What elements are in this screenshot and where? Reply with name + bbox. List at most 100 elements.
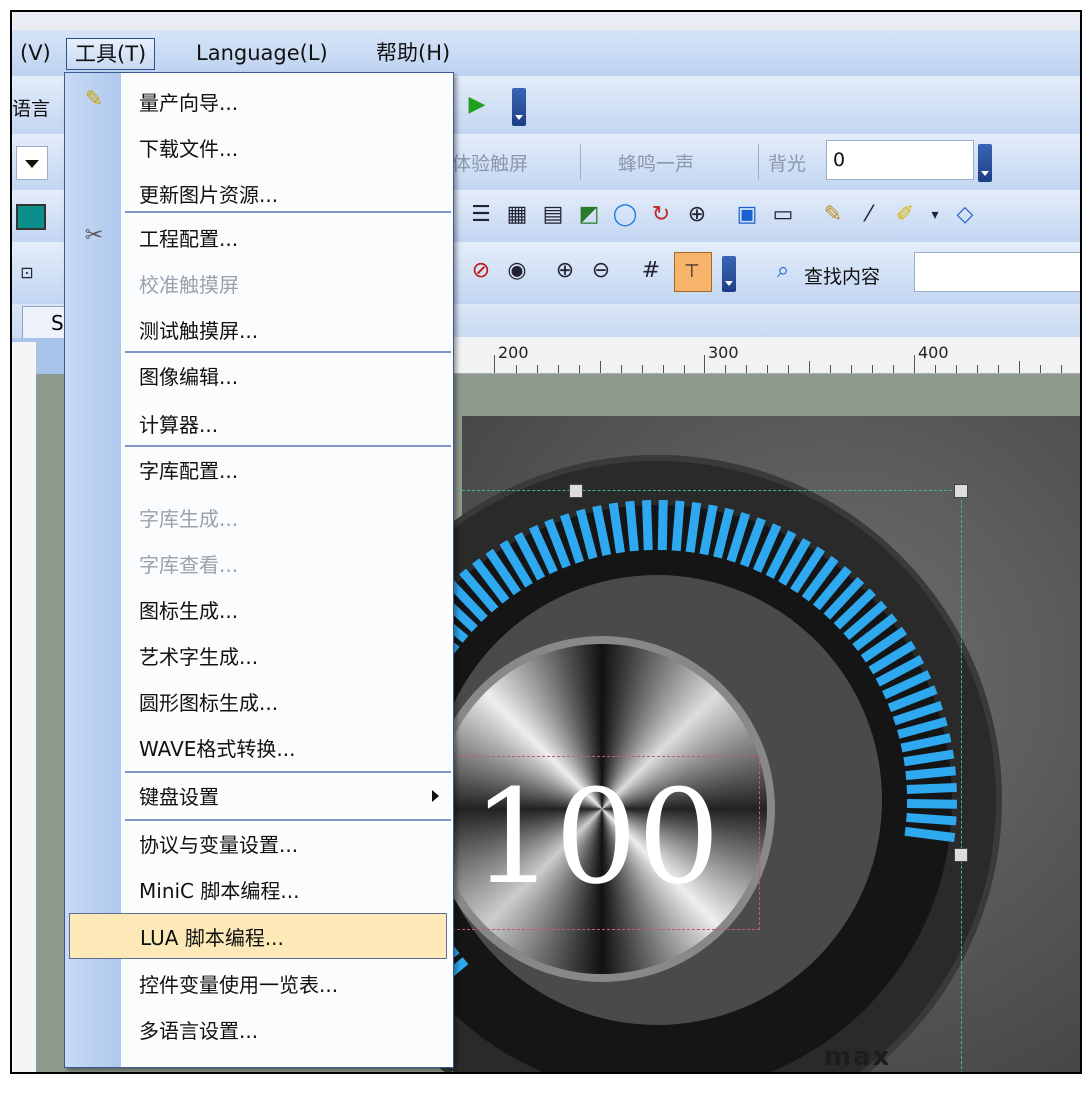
ruler-label: 200 <box>498 343 529 362</box>
menu-item-label: WAVE格式转换... <box>139 737 296 761</box>
menu-item-label: 键盘设置 <box>139 785 219 809</box>
menu-item-label: 控件变量使用一览表... <box>139 973 339 997</box>
menu-item[interactable]: 测试触摸屏... <box>65 307 453 353</box>
menu-item: 字库查看... <box>65 541 453 587</box>
menu-language[interactable]: Language(L) <box>188 38 336 68</box>
play-icon[interactable]: ▶ <box>464 92 490 118</box>
highlighter-icon[interactable]: ✐ <box>892 202 918 228</box>
menu-item[interactable]: 控件变量使用一览表... <box>65 961 453 1007</box>
menu-separator <box>125 771 451 773</box>
menu-item[interactable]: WAVE格式转换... <box>65 725 453 771</box>
menu-item[interactable]: ✎ 量产向导... <box>65 79 453 125</box>
menu-item-label: 校准触摸屏 <box>139 273 239 297</box>
toolbar-grip[interactable] <box>722 256 736 292</box>
list-icon[interactable]: ☰ <box>468 202 494 228</box>
menu-item[interactable]: 艺术字生成... <box>65 633 453 679</box>
table-icon[interactable]: ▤ <box>540 202 566 228</box>
text-selection-box[interactable] <box>452 756 760 930</box>
search-icon: ⌕ <box>776 258 790 283</box>
menu-item[interactable]: 多语言设置... <box>65 1007 453 1053</box>
snap-icon[interactable]: ⊤ <box>674 252 712 292</box>
menu-bar: (V) 工具(T) Language(L) 帮助(H) <box>12 30 1080 76</box>
ruler-label: 400 <box>918 343 949 362</box>
menu-separator <box>125 351 451 353</box>
menu-item: 字库生成... <box>65 495 453 541</box>
resize-handle[interactable] <box>954 484 968 498</box>
menu-tools[interactable]: 工具(T) <box>66 38 156 70</box>
menu-item[interactable]: 圆形图标生成... <box>65 679 453 725</box>
horizontal-ruler: 200 300 400 <box>452 337 1080 374</box>
menu-item[interactable]: 协议与变量设置... <box>65 821 453 867</box>
image-icon[interactable]: ◩ <box>576 202 602 228</box>
menu-item-label: 测试触摸屏... <box>139 319 259 343</box>
dropdown-button[interactable] <box>16 146 48 180</box>
menu-help[interactable]: 帮助(H) <box>368 38 458 68</box>
separator <box>758 144 759 180</box>
title-strip <box>12 12 1080 30</box>
eraser-icon[interactable]: ◇ <box>952 202 978 228</box>
ruler-label: 300 <box>708 343 739 362</box>
resize-handle[interactable] <box>569 484 583 498</box>
menu-item-label: 多语言设置... <box>139 1019 259 1043</box>
panel-icon[interactable]: ▭ <box>770 202 796 228</box>
search-input[interactable] <box>914 252 1080 292</box>
menu-item-label: 圆形图标生成... <box>139 691 279 715</box>
menu-item[interactable]: LUA 脚本编程... <box>69 913 447 959</box>
menu-item-label: 图像编辑... <box>139 365 239 389</box>
menu-item[interactable]: 键盘设置 <box>65 773 453 819</box>
language-button[interactable]: 语言 <box>12 94 50 121</box>
backlight-input[interactable]: 0 <box>826 140 974 180</box>
wand-icon: ✎ <box>84 87 104 112</box>
menu-view[interactable]: (V) <box>12 38 59 68</box>
shape-icon[interactable]: ⊕ <box>684 202 710 228</box>
menu-item-label: 字库配置... <box>139 459 239 483</box>
eye-icon[interactable]: ◉ <box>504 258 530 284</box>
zoom-in-icon[interactable]: ⊕ <box>552 258 578 284</box>
eyedropper-icon[interactable]: ⁄ <box>856 202 882 228</box>
menu-item[interactable]: MiniC 脚本编程... <box>65 867 453 913</box>
refresh-icon[interactable]: ↻ <box>648 202 674 228</box>
menu-separator <box>125 445 451 447</box>
menu-item-label: 字库查看... <box>139 553 239 577</box>
menu-item-label: 量产向导... <box>139 91 239 115</box>
beep-button[interactable]: 蜂鸣一声 <box>618 149 694 176</box>
menu-item-label: 字库生成... <box>139 507 239 531</box>
brush-icon[interactable]: ✎ <box>820 202 846 228</box>
touch-screen-button[interactable]: 体验触屏 <box>452 149 528 176</box>
separator <box>580 144 581 180</box>
align-icon[interactable]: ⊡ <box>14 260 40 286</box>
submenu-arrow-icon <box>432 790 439 802</box>
color-swatch-icon[interactable] <box>16 204 46 230</box>
menu-item-label: LUA 脚本编程... <box>140 926 284 950</box>
qrcode-icon[interactable]: ▦ <box>504 202 530 228</box>
circle-icon[interactable]: ◯ <box>612 202 638 228</box>
search-label: 查找内容 <box>804 266 881 288</box>
menu-item-label: 图标生成... <box>139 599 239 623</box>
menu-item[interactable]: ✂ 工程配置... <box>65 215 453 261</box>
video-icon[interactable]: ▣ <box>734 202 760 228</box>
menu-item[interactable]: 下载文件... <box>65 125 453 171</box>
menu-item-label: 艺术字生成... <box>139 645 259 669</box>
menu-item: 校准触摸屏 <box>65 261 453 307</box>
toolbar-grip[interactable] <box>978 144 992 182</box>
menu-item[interactable]: 计算器... <box>65 401 453 447</box>
chevron-down-icon[interactable]: ▾ <box>922 202 948 228</box>
menu-item-label: 更新图片资源... <box>139 183 279 207</box>
resize-handle[interactable] <box>954 848 968 862</box>
tools-dropdown-menu: ✎ 量产向导... 下载文件... 更新图片资源... ✂ 工程配置... 校准触摸屏测试触… <box>64 72 454 1068</box>
menu-item-label: MiniC 脚本编程... <box>139 879 300 903</box>
zoom-out-icon[interactable]: ⊖ <box>588 258 614 284</box>
menu-item-label: 计算器... <box>139 413 219 437</box>
hide-icon[interactable]: ⊘ <box>468 258 494 284</box>
toolbar-grip[interactable] <box>512 88 526 126</box>
menu-item[interactable]: 图标生成... <box>65 587 453 633</box>
menu-separator <box>125 211 451 213</box>
grid-icon[interactable]: # <box>638 258 664 284</box>
menu-item-label: 下载文件... <box>139 137 239 161</box>
chevron-down-icon <box>25 160 39 168</box>
menu-item[interactable]: 图像编辑... <box>65 353 453 399</box>
menu-item[interactable]: 字库配置... <box>65 447 453 493</box>
vertical-ruler <box>12 342 37 1072</box>
menu-item-label: 工程配置... <box>139 227 239 251</box>
tools-icon: ✂ <box>84 223 104 248</box>
